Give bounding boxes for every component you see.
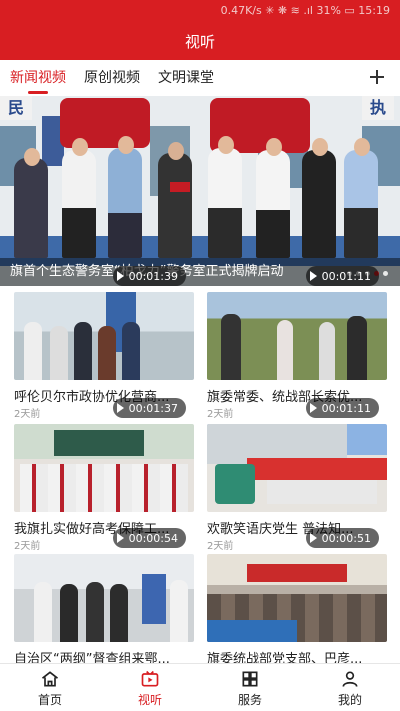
tab-original-video[interactable]: 原创视频 bbox=[84, 60, 140, 96]
bottom-navigation: 首页 视听 服务 我的 bbox=[0, 663, 400, 711]
video-icon bbox=[141, 670, 159, 687]
nav-video[interactable]: 视听 bbox=[100, 664, 200, 711]
video-duration-badge: 00:00:54 bbox=[112, 528, 186, 548]
status-bar: 0.47K/s ✳ ❋ ≋ .ıl 31% ▭ 15:19 bbox=[0, 0, 400, 22]
nav-service[interactable]: 服务 bbox=[200, 664, 300, 711]
video-thumbnail bbox=[207, 424, 387, 512]
tab-news-video[interactable]: 新闻视频 bbox=[10, 60, 66, 96]
banner-person bbox=[256, 150, 290, 258]
sign-text-left: 民 bbox=[0, 96, 32, 120]
video-thumbnail bbox=[14, 424, 194, 512]
video-time: 2天前 bbox=[207, 541, 234, 552]
video-duration-badge: 00:01:37 bbox=[112, 398, 186, 418]
play-icon bbox=[309, 403, 317, 413]
banner-person bbox=[108, 148, 142, 258]
play-icon bbox=[116, 271, 124, 281]
banner-person bbox=[344, 150, 378, 258]
banner-person bbox=[302, 150, 336, 258]
video-duration-badge: 00:00:51 bbox=[305, 528, 379, 548]
video-thumbnail bbox=[14, 554, 194, 642]
nav-service-label: 服务 bbox=[237, 693, 262, 707]
play-icon bbox=[116, 533, 124, 543]
user-icon bbox=[342, 671, 358, 687]
home-icon bbox=[41, 671, 59, 687]
video-time: 2天前 bbox=[207, 409, 234, 420]
video-time: 2天前 bbox=[14, 409, 41, 420]
banner-person bbox=[62, 150, 96, 258]
video-thumbnail bbox=[14, 292, 194, 380]
red-folder bbox=[170, 182, 190, 192]
play-icon bbox=[309, 271, 317, 281]
featured-banner[interactable]: 民 执 旗首个生态警务室“柏戈力”警务室正式揭牌启动 bbox=[0, 96, 400, 286]
carousel-dot bbox=[383, 271, 388, 276]
add-channel-icon[interactable] bbox=[366, 66, 388, 88]
video-duration-badge: 00:01:11 bbox=[305, 266, 379, 286]
nav-mine-label: 我的 bbox=[337, 693, 362, 707]
nav-home-label: 首页 bbox=[37, 693, 62, 707]
nav-video-label: 视听 bbox=[137, 693, 162, 707]
page-title: 视听 bbox=[184, 32, 215, 51]
category-tabs: 新闻视频 原创视频 文明课堂 bbox=[0, 60, 400, 96]
banner-person bbox=[208, 148, 242, 258]
video-time: 2天前 bbox=[14, 541, 41, 552]
sign-text-right: 执 bbox=[362, 96, 394, 120]
banner-person bbox=[14, 158, 48, 258]
play-icon bbox=[309, 533, 317, 543]
video-thumbnail bbox=[207, 554, 387, 642]
video-duration-badge: 00:01:39 bbox=[112, 266, 186, 286]
video-thumbnail bbox=[207, 292, 387, 380]
banner-person bbox=[158, 153, 192, 258]
status-indicators: 0.47K/s ✳ ❋ ≋ .ıl 31% ▭ 15:19 bbox=[220, 4, 390, 17]
app-title-bar: 视听 bbox=[0, 22, 400, 60]
play-icon bbox=[116, 403, 124, 413]
video-duration-badge: 00:01:11 bbox=[305, 398, 379, 418]
nav-mine[interactable]: 我的 bbox=[300, 664, 400, 711]
nav-home[interactable]: 首页 bbox=[0, 664, 100, 711]
grid-icon bbox=[242, 671, 258, 687]
tab-civility-class[interactable]: 文明课堂 bbox=[158, 60, 214, 96]
